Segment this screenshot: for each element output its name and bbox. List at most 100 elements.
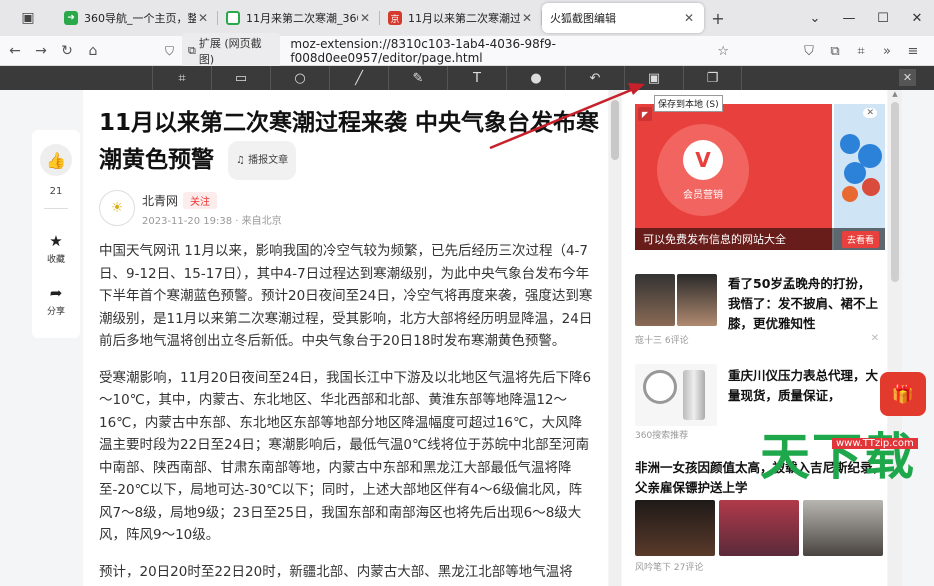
list-tabs-icon[interactable]: ⌄ — [798, 0, 832, 36]
headphones-icon: ♫ — [236, 155, 245, 166]
undo-tool-button[interactable]: ↶ — [565, 66, 624, 90]
author-name[interactable]: 北青网 — [142, 192, 178, 209]
author-avatar[interactable]: ☀ — [99, 190, 135, 226]
collect-button[interactable]: ★ 收藏 — [32, 232, 80, 265]
news-title[interactable]: 重庆川仪压力表总代理，大量现货，质量保证， — [728, 366, 878, 406]
article: 11月以来第二次寒潮过程来袭 中央气象台发布寒潮黄色预警 ♫ 播报文章 ☀ 北青… — [83, 90, 608, 586]
gift-icon[interactable]: 🎁 — [880, 372, 926, 416]
reload-icon[interactable]: ↻ — [54, 38, 80, 64]
watermark-text: 天下载 — [760, 428, 916, 486]
article-scrollbar[interactable] — [609, 90, 621, 586]
news-thumbnail — [635, 500, 715, 556]
undo-icon: ↶ — [589, 70, 601, 86]
back-icon[interactable]: ← — [2, 38, 28, 64]
scrollbar-thumb[interactable] — [611, 100, 619, 160]
close-tab-icon[interactable]: ✕ — [196, 11, 210, 25]
rectangle-icon: ▭ — [234, 70, 248, 86]
tab-2[interactable]: 11月来第二次寒潮_360搜索 ✕ — [217, 3, 380, 33]
editor-close-button[interactable]: ✕ — [899, 69, 916, 86]
close-window-button[interactable]: ✕ — [900, 0, 934, 36]
save-icon: ▣ — [647, 70, 661, 86]
pen-tool-button[interactable]: ✎ — [388, 66, 447, 90]
v-logo-icon: V — [683, 139, 723, 180]
overflow-icon[interactable]: » — [874, 38, 900, 64]
puzzle-icon: ⧉ — [188, 44, 196, 57]
ball-shape — [862, 178, 880, 196]
ad-logo: V 会员营销 — [657, 124, 749, 216]
news-thumbnail — [635, 274, 675, 326]
dismiss-icon[interactable]: ✕ — [871, 333, 879, 344]
screenshot-crop-icon[interactable]: ⌗ — [848, 38, 874, 64]
home-icon[interactable]: ⌂ — [80, 38, 106, 64]
ball-shape — [844, 162, 866, 184]
like-count: 21 — [49, 186, 63, 197]
like-button[interactable]: 👍 — [40, 144, 72, 176]
ad-circle-label: 会员营销 — [683, 189, 723, 201]
share-arrow-icon: ➦ — [49, 284, 63, 302]
news-item[interactable]: 看了50岁孟晚舟的打扮，我悟了：发不披肩、裙不上膝，更优雅知性 寇十三 6评论 … — [635, 270, 885, 350]
bookmark-star-icon[interactable]: ☆ — [717, 44, 729, 59]
news-thumbnail — [719, 500, 799, 556]
scroll-up-icon[interactable]: ▲ — [888, 90, 902, 100]
copy-tool-button[interactable]: ❐ — [683, 66, 742, 90]
shield-icon[interactable]: ⛉ — [165, 44, 174, 59]
pocket-icon[interactable]: ⛉ — [796, 38, 822, 64]
extension-label: 扩展 (网页截图) — [198, 37, 262, 66]
article-paragraph: 中国天气网讯 11月以来，影响我国的冷空气较为频繁，已先后经历三次过程（4-7日… — [99, 243, 593, 349]
crop-tool-button[interactable]: ⌗ — [152, 66, 211, 90]
url-bar[interactable]: ⛉ ⧉ 扩展 (网页截图) moz-extension://8310c103-1… — [165, 33, 735, 69]
close-tab-icon[interactable]: ✕ — [520, 11, 534, 25]
page-content: 👍 21 ★ 收藏 ➦ 分享 11月以来第二次寒潮过程来袭 中央气象台发布寒潮黄… — [0, 90, 934, 586]
recommend-column: V 会员营销 ◤ ✕ 可以免费发布信息的网站大全 去看看 看了50岁孟晚舟的打扮… — [622, 90, 887, 586]
forward-icon[interactable]: → — [28, 38, 54, 64]
news-thumbnail — [803, 500, 883, 556]
collect-label: 收藏 — [46, 255, 65, 265]
pen-icon: ✎ — [412, 70, 424, 86]
close-tab-icon[interactable]: ✕ — [358, 11, 372, 25]
ad-flag-icon: ◤ — [638, 107, 652, 121]
circle-tool-button[interactable]: ○ — [270, 66, 329, 90]
blur-icon: ● — [530, 70, 542, 86]
ad-button[interactable]: 去看看 — [841, 231, 879, 248]
tab-overview-icon[interactable]: ▣ — [0, 0, 56, 36]
blur-tool-button[interactable]: ● — [506, 66, 565, 90]
rectangle-tool-button[interactable]: ▭ — [211, 66, 270, 90]
scrollbar-thumb[interactable] — [891, 102, 899, 282]
share-button[interactable]: ➦ 分享 — [32, 284, 80, 317]
news-title[interactable]: 看了50岁孟晚舟的打扮，我悟了：发不披肩、裙不上膝，更优雅知性 — [728, 274, 878, 334]
news-meta: 360搜索推荐 — [635, 431, 689, 441]
star-icon: ★ — [49, 232, 63, 250]
headline-text: 11月以来第二次寒潮过程来袭 中央气象台发布寒潮黄色预警 — [99, 110, 600, 173]
new-tab-button[interactable]: + — [704, 3, 732, 33]
text-tool-button[interactable]: T — [447, 66, 506, 90]
close-tab-icon[interactable]: ✕ — [682, 11, 696, 25]
share-label: 分享 — [46, 307, 65, 317]
tab-title: 11月来第二次寒潮_360搜索 — [246, 12, 358, 25]
page-scrollbar[interactable]: ▲ — [888, 90, 902, 586]
meter-icon — [683, 370, 705, 420]
menu-icon[interactable]: ≡ — [900, 38, 926, 64]
extension-chip[interactable]: ⧉ 扩展 (网页截图) — [182, 33, 281, 69]
line-tool-button[interactable]: ╱ — [329, 66, 388, 90]
ad-close-icon[interactable]: ✕ — [863, 108, 877, 118]
ball-shape — [842, 186, 858, 202]
maximize-button[interactable]: ☐ — [866, 0, 900, 36]
news-meta: 寇十三 6评论 — [635, 336, 689, 346]
tab-favicon: 京 — [388, 11, 402, 25]
tab-3[interactable]: 京 11月以来第二次寒潮过程来袭 ✕ — [379, 3, 542, 33]
listen-button[interactable]: ♫ 播报文章 — [228, 141, 297, 180]
save-tool-button[interactable]: ▣ — [624, 66, 683, 90]
follow-button[interactable]: 关注 — [183, 192, 217, 209]
tab-4[interactable]: 火狐截图编辑 ✕ — [541, 3, 704, 33]
circle-icon: ○ — [294, 70, 306, 86]
minimize-button[interactable]: — — [832, 0, 866, 36]
article-paragraph: 受寒潮影响，11月20日夜间至24日，我国长江中下游及以北地区气温将先后下降6～… — [99, 369, 592, 544]
line-icon: ╱ — [355, 70, 363, 86]
tab-1[interactable]: ➜ 360导航_一个主页，整个世界 ✕ — [56, 3, 218, 33]
ad-banner[interactable]: V 会员营销 ◤ ✕ 可以免费发布信息的网站大全 去看看 — [635, 104, 885, 250]
url-text[interactable]: moz-extension://8310c103-1ab4-4036-98f9-… — [290, 37, 735, 65]
article-paragraph: 预计，20日20时至22日20时，新疆北部、内蒙古大部、黑龙江北部等地气温将 — [99, 563, 573, 580]
extension-icon[interactable]: ⧉ — [822, 38, 848, 64]
tab-bar: ▣ ➜ 360导航_一个主页，整个世界 ✕ 11月来第二次寒潮_360搜索 ✕ … — [0, 0, 934, 36]
tab-favicon — [226, 11, 240, 25]
